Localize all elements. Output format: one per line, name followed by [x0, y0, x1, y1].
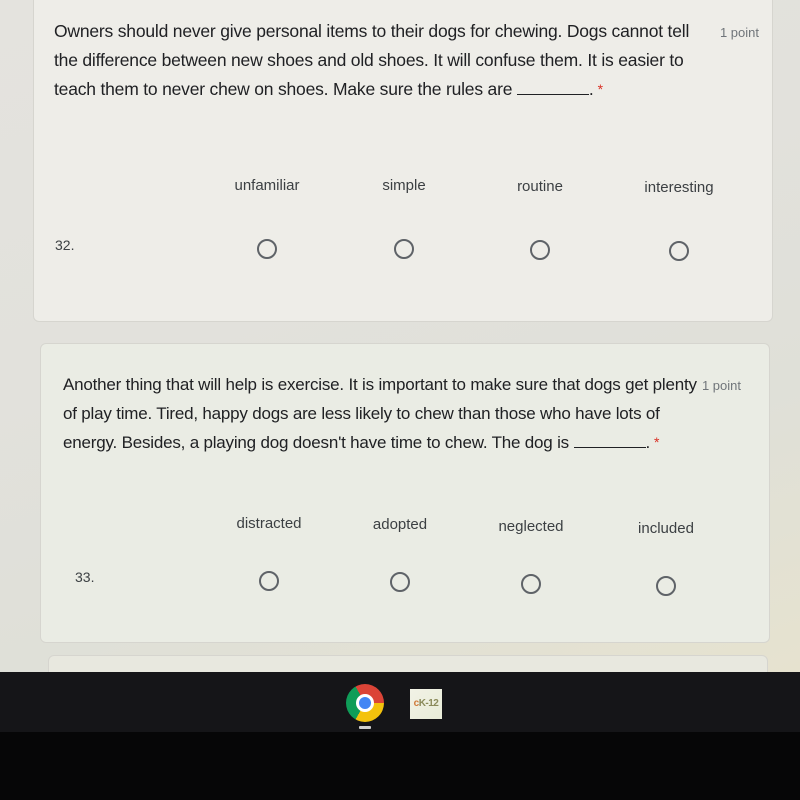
- ck12-icon-text: K-12: [418, 698, 439, 709]
- column-label-interesting: interesting: [644, 179, 714, 196]
- answer-blank: [573, 432, 646, 448]
- radio-unfamiliar[interactable]: [257, 239, 277, 259]
- radio-simple[interactable]: [394, 239, 414, 259]
- radio-distracted[interactable]: [259, 571, 279, 591]
- column-label-neglected: neglected: [498, 518, 564, 535]
- question-card-33: Another thing that will help is exercise…: [40, 343, 770, 643]
- radio-adopted[interactable]: [390, 572, 410, 592]
- taskbar: [0, 672, 800, 732]
- question-card-next: [48, 655, 768, 672]
- column-label-unfamiliar: unfamiliar: [234, 177, 300, 194]
- row-number: 32.: [55, 237, 75, 253]
- ck12-icon[interactable]: cK-12: [410, 689, 442, 719]
- question-card-32: Owners should never give personal items …: [33, 0, 773, 322]
- answer-blank: [516, 79, 589, 95]
- column-label-adopted: adopted: [372, 516, 428, 533]
- screen-bezel: [0, 732, 800, 800]
- column-label-routine: routine: [517, 178, 563, 195]
- radio-routine[interactable]: [530, 240, 550, 260]
- radio-interesting[interactable]: [669, 241, 689, 261]
- question-punctuation: .: [588, 79, 594, 99]
- points-label: 1 point: [719, 25, 759, 40]
- screen: Owners should never give personal items …: [0, 0, 800, 672]
- required-marker: *: [597, 81, 603, 97]
- question-text: Another thing that will help is exercise…: [63, 370, 703, 457]
- column-label-simple: simple: [382, 177, 426, 194]
- question-text: Owners should never give personal items …: [54, 17, 714, 104]
- column-label-distracted: distracted: [236, 515, 302, 532]
- row-number: 33.: [75, 569, 95, 585]
- chrome-icon[interactable]: [346, 684, 384, 722]
- active-app-indicator: [359, 726, 371, 729]
- column-label-included: included: [638, 520, 694, 537]
- points-label: 1 point: [701, 378, 741, 393]
- radio-neglected[interactable]: [521, 574, 541, 594]
- required-marker: *: [654, 434, 660, 450]
- question-punctuation: .: [645, 433, 651, 452]
- radio-included[interactable]: [656, 576, 676, 596]
